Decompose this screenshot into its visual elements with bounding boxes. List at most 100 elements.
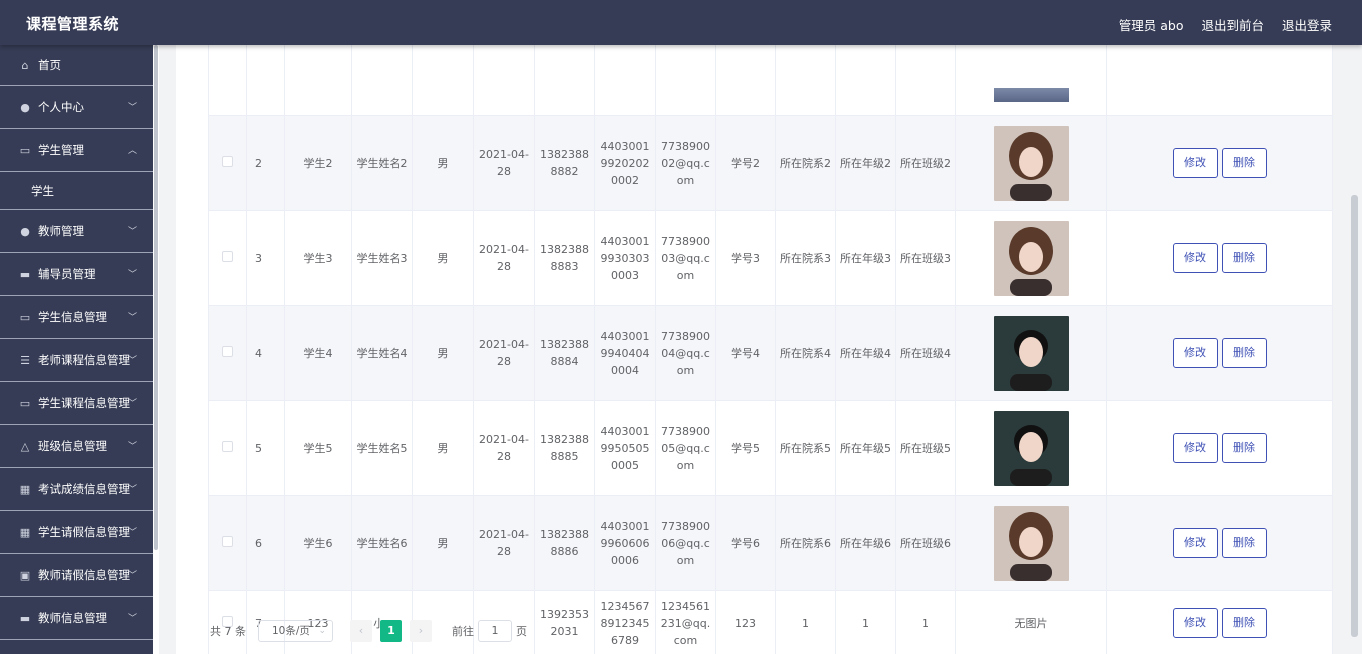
- cell-date: 2021-04-28: [473, 305, 535, 401]
- prev-page-button[interactable]: ‹: [350, 620, 372, 642]
- cell-email: 773890003@qq.com: [655, 210, 716, 306]
- table-row: 5 学生5 学生姓名5 男 2021-04-28 13823888885 440300199…: [208, 400, 1333, 496]
- cell-idcard: 440300199303030003: [594, 210, 656, 306]
- back-to-front-link[interactable]: 退出到前台: [1201, 15, 1264, 34]
- sidebar-item-label: 首页: [38, 58, 61, 72]
- sidebar-item-11[interactable]: ▣ 教师请假信息管理 ﹀: [0, 554, 153, 597]
- delete-button[interactable]: 删除: [1221, 528, 1267, 558]
- cell-gender: 男: [412, 115, 474, 211]
- cell-gender: 男: [412, 400, 474, 496]
- page-size-select[interactable]: 10条/页 ⌄: [258, 620, 333, 642]
- sidebar-item-2[interactable]: ▭ 学生管理 ︿: [0, 129, 153, 172]
- chevron-down-icon: ﹀: [127, 356, 137, 366]
- edit-button[interactable]: 修改: [1172, 608, 1218, 638]
- current-user[interactable]: 管理员 abo: [1119, 15, 1184, 34]
- select-cell: [208, 210, 247, 306]
- sidebar-item-label: 教师请假信息管理: [38, 568, 130, 582]
- cell-actions: 修改 删除: [1106, 590, 1333, 654]
- no-image-text: 无图片: [1014, 616, 1048, 630]
- student-photo: [993, 125, 1069, 201]
- cell-cls: 所在班级3: [895, 210, 956, 306]
- sidebar-item-9[interactable]: ▦ 考试成绩信息管理 ﹀: [0, 468, 153, 511]
- cell-cls: 所在班级2: [895, 115, 956, 211]
- edit-button[interactable]: 修改: [1172, 338, 1218, 368]
- page-scrollbar-thumb[interactable]: [1351, 195, 1358, 637]
- chevron-down-icon: ﹀: [127, 399, 137, 409]
- cell-idcard: 440300199202020002: [594, 115, 656, 211]
- home-icon: ⌂: [21, 58, 29, 72]
- chevron-down-icon: ﹀: [127, 313, 137, 323]
- pagination: 共 7 条 10条/页 ⌄ ‹ 1 › 前往 1 页: [210, 619, 527, 643]
- cell-gender: 男: [412, 305, 474, 401]
- edit-button[interactable]: 修改: [1172, 433, 1218, 463]
- cell-gender: 男: [412, 210, 474, 306]
- sidebar-subitem-2-0[interactable]: 学生: [0, 172, 153, 210]
- sidebar-item-8[interactable]: △ 班级信息管理 ﹀: [0, 425, 153, 468]
- page-scrollbar[interactable]: [1349, 45, 1362, 654]
- edit-button[interactable]: 修改: [1172, 243, 1218, 273]
- table-row: 6 学生6 学生姓名6 男 2021-04-28 13823888886 440300199…: [208, 495, 1333, 591]
- cell-idx: 2: [246, 115, 285, 211]
- clipboard-icon: ▣: [19, 568, 31, 582]
- row-checkbox[interactable]: [222, 535, 233, 547]
- current-page-button[interactable]: 1: [380, 620, 402, 642]
- next-page-button[interactable]: ›: [410, 620, 432, 642]
- delete-button[interactable]: 删除: [1221, 338, 1267, 368]
- cell-grade: 1: [835, 590, 896, 654]
- sidebar-item-4[interactable]: ▬ 辅导员管理 ﹀: [0, 253, 153, 296]
- row-checkbox[interactable]: [222, 155, 233, 167]
- cell-stuno: 学号3: [715, 210, 776, 306]
- delete-button[interactable]: 删除: [1221, 243, 1267, 273]
- delete-button[interactable]: 删除: [1221, 608, 1267, 638]
- cell-actions: 修改 删除: [1106, 495, 1333, 591]
- cell-date: 2021-04-28: [473, 115, 535, 211]
- sidebar-item-label: 老师课程信息管理: [38, 353, 130, 367]
- logout-link[interactable]: 退出登录: [1282, 15, 1332, 34]
- sidebar-item-12[interactable]: ▬ 教师信息管理 ﹀: [0, 597, 153, 640]
- bell-icon: △: [20, 439, 30, 453]
- cell-dept: 1: [775, 590, 836, 654]
- cell-photo: [955, 305, 1107, 401]
- sidebar-item-1[interactable]: ● 个人中心 ﹀: [0, 86, 153, 129]
- main-content: 2 学生2 学生姓名2 男 2021-04-28 13823888882 440300199…: [159, 20, 1349, 654]
- chevron-down-icon: ﹀: [127, 571, 137, 581]
- sidebar-item-6[interactable]: ☰ 老师课程信息管理 ﹀: [0, 339, 153, 382]
- select-cell: [208, 305, 247, 401]
- header-actions: 管理员 abo 退出到前台 退出登录: [1119, 15, 1332, 34]
- row-checkbox[interactable]: [222, 250, 233, 262]
- chevron-down-icon: ﹀: [127, 614, 137, 624]
- sidebar-item-3[interactable]: ● 教师管理 ﹀: [0, 210, 153, 253]
- chevron-down-icon: ⌄: [318, 626, 326, 636]
- sidebar-scrollbar-thumb[interactable]: [154, 45, 158, 550]
- edit-button[interactable]: 修改: [1172, 528, 1218, 558]
- delete-button[interactable]: 删除: [1221, 433, 1267, 463]
- sidebar-item-10[interactable]: ▦ 学生请假信息管理 ﹀: [0, 511, 153, 554]
- student-photo: [993, 505, 1069, 581]
- cell-idcard: 440300199404040004: [594, 305, 656, 401]
- cell-actions: 修改 删除: [1106, 115, 1333, 211]
- goto-page-input[interactable]: 1: [478, 620, 512, 642]
- select-cell: [208, 115, 247, 211]
- cell-email: 1234561231@qq.com: [655, 590, 716, 654]
- id-card-icon: ▭: [19, 143, 31, 157]
- cell-grade: 所在年级2: [835, 115, 896, 211]
- chevron-down-icon: ﹀: [127, 442, 137, 452]
- sidebar-item-0[interactable]: ⌂ 首页: [0, 45, 153, 86]
- sidebar-item-7[interactable]: ▭ 学生课程信息管理 ﹀: [0, 382, 153, 425]
- sidebar: ⌂ 首页 ● 个人中心 ﹀ ▭ 学生管理 ︿ 学生 ● 教师管理 ﹀ ▬ 辅导员管理 ﹀ ▭ 学生信息管理 ﹀ ☰ 老…: [0, 45, 153, 654]
- delete-button[interactable]: 删除: [1221, 148, 1267, 178]
- edit-button[interactable]: 修改: [1172, 148, 1218, 178]
- cell-dept: 所在院系2: [775, 115, 836, 211]
- cell-idx: 5: [246, 400, 285, 496]
- sidebar-item-5[interactable]: ▭ 学生信息管理 ﹀: [0, 296, 153, 339]
- chevron-down-icon: ﹀: [127, 270, 137, 280]
- sidebar-item-label: 辅导员管理: [38, 267, 96, 281]
- table-row: 4 学生4 学生姓名4 男 2021-04-28 13823888884 440300199…: [208, 305, 1333, 401]
- cell-phone: 13823888883: [534, 210, 595, 306]
- row-checkbox[interactable]: [222, 440, 233, 452]
- cell-name: 学生姓名6: [351, 495, 413, 591]
- cell-dept: 所在院系4: [775, 305, 836, 401]
- cell-phone: 13823888886: [534, 495, 595, 591]
- row-checkbox[interactable]: [222, 345, 233, 357]
- cell-cls: 1: [895, 590, 956, 654]
